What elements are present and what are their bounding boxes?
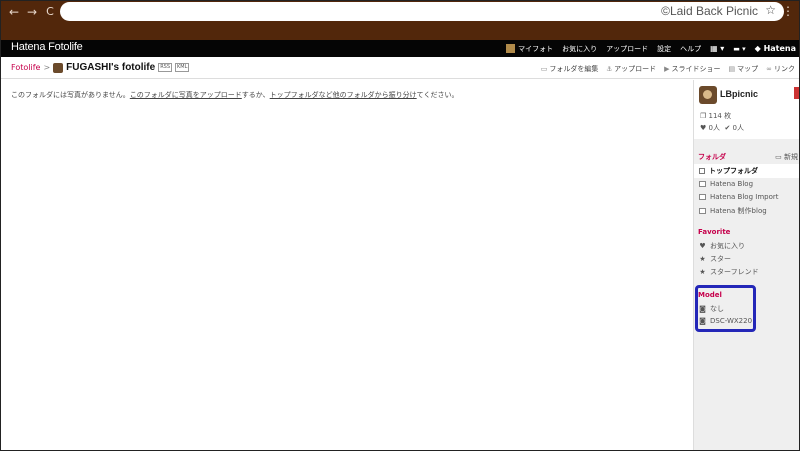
speech-bubble-icon[interactable]: ▬ ▾ bbox=[733, 45, 745, 53]
folder-icon bbox=[699, 181, 706, 187]
upload-to-folder-link[interactable]: このフォルダに写真をアップロード bbox=[130, 91, 242, 99]
reload-icon[interactable]: C bbox=[43, 5, 57, 19]
avatar[interactable] bbox=[699, 86, 717, 104]
address-bar[interactable]: ©Laid Back Picnic ☆ bbox=[60, 2, 784, 21]
header-item-favorites[interactable]: お気に入り bbox=[562, 44, 597, 54]
empty-folder-message: このフォルダには写真がありません。このフォルダに写真をアップロードするか、トップ… bbox=[11, 90, 458, 100]
profile-card: LBpicnic ❐ 114 枚 ♥ 0人 ✔ 0人 bbox=[694, 80, 799, 139]
sidebar-favorite-label: お気に入り bbox=[710, 242, 745, 250]
page-title[interactable]: FUGASHI's fotolife bbox=[66, 62, 155, 73]
browser-toolbar: ← → C ©Laid Back Picnic ☆ ⋮ bbox=[1, 1, 799, 40]
hatena-brand-label: Hatena bbox=[763, 44, 796, 53]
profile-stats: ♥ 0人 ✔ 0人 bbox=[700, 123, 744, 133]
upload-label: アップロード bbox=[614, 65, 657, 73]
breadcrumb: Fotolife > FUGASHI's fotolife RSS KML bbox=[11, 62, 190, 73]
browser-window: ← → C ©Laid Back Picnic ☆ ⋮ Hatena Fotol… bbox=[0, 0, 800, 451]
message-mid: するか、 bbox=[241, 91, 270, 99]
sidebar-folder-hatena-seisaku-blog[interactable]: Hatena 制作blog bbox=[699, 206, 767, 216]
map-icon: ▤ bbox=[728, 65, 736, 73]
hatena-brand-link[interactable]: ◆ Hatena bbox=[755, 44, 796, 53]
sidebar-folder-label: Hatena Blog Import bbox=[710, 193, 779, 201]
slideshow-button[interactable]: ▶ スライドショー bbox=[664, 64, 720, 74]
message-prefix: このフォルダには写真がありません。 bbox=[11, 91, 130, 99]
address-text: ©Laid Back Picnic bbox=[661, 4, 758, 18]
grid-icon[interactable]: ▦ ▾ bbox=[710, 44, 724, 53]
folder-edit-icon: ▭ bbox=[540, 65, 548, 73]
sidebar-folder-label: トップフォルダ bbox=[709, 167, 758, 175]
play-icon: ▶ bbox=[664, 65, 670, 73]
page-tools: ▭ フォルダを編集 ⚓ アップロード ▶ スライドショー ▤ マップ ∞ リンク bbox=[533, 64, 795, 74]
heart-count[interactable]: 0人 bbox=[709, 124, 720, 132]
new-folder-button[interactable]: ▭ 新規 bbox=[775, 152, 798, 162]
map-label: マップ bbox=[737, 65, 759, 73]
breadcrumb-separator: > bbox=[43, 63, 51, 72]
kml-badge[interactable]: KML bbox=[175, 63, 190, 72]
folder-icon bbox=[699, 208, 706, 214]
browser-menu-icon[interactable]: ⋮ bbox=[782, 4, 794, 18]
upload-icon: ⚓ bbox=[606, 65, 613, 73]
header-item-help[interactable]: ヘルプ bbox=[680, 44, 701, 54]
star-icon: ★ bbox=[699, 255, 706, 263]
map-button[interactable]: ▤ マップ bbox=[729, 64, 759, 74]
sidebar: LBpicnic ❐ 114 枚 ♥ 0人 ✔ 0人 フォルダ ▭ 新規 トップ… bbox=[693, 80, 799, 450]
new-folder-icon: ▭ bbox=[775, 153, 784, 161]
favorite-heading: Favorite bbox=[698, 228, 731, 236]
sidebar-folder-label: Hatena 制作blog bbox=[710, 207, 767, 215]
upload-button[interactable]: ⚓ アップロード bbox=[606, 64, 656, 74]
title-row: Fotolife > FUGASHI's fotolife RSS KML ▭ フ… bbox=[1, 57, 799, 79]
model-section-highlight bbox=[695, 285, 756, 332]
sidebar-folder-top[interactable]: トップフォルダ bbox=[694, 164, 799, 178]
rss-badge[interactable]: RSS bbox=[158, 63, 173, 72]
site-header: Hatena Fotolife マイフォト お気に入り アップロード 設定 ヘル… bbox=[1, 40, 799, 57]
header-item-label: マイフォト bbox=[518, 44, 554, 53]
link-label: リンク bbox=[774, 65, 795, 73]
heart-icon: ♥ bbox=[699, 242, 706, 250]
photo-count: ❐ 114 枚 bbox=[700, 111, 731, 121]
edit-folder-label: フォルダを編集 bbox=[549, 65, 599, 73]
message-suffix: てください。 bbox=[416, 91, 459, 99]
star-icon: ★ bbox=[699, 268, 706, 276]
bookmark-flag-icon[interactable] bbox=[794, 87, 799, 99]
friend-icon: ✔ bbox=[724, 124, 733, 132]
header-menu: マイフォト お気に入り アップロード 設定 ヘルプ ▦ ▾ ▬ ▾ ◆ Hate… bbox=[506, 40, 799, 57]
forward-icon[interactable]: → bbox=[25, 5, 39, 19]
sidebar-favorite-label: スターフレンド bbox=[710, 268, 759, 276]
friend-count[interactable]: 0人 bbox=[733, 124, 744, 132]
header-item-myphoto[interactable]: マイフォト bbox=[506, 44, 553, 54]
myphoto-thumbnail-icon bbox=[506, 44, 516, 53]
folder-square-icon bbox=[699, 168, 705, 174]
photos-icon: ❐ bbox=[700, 112, 709, 120]
slideshow-label: スライドショー bbox=[671, 65, 721, 73]
folder-icon bbox=[699, 194, 706, 200]
header-item-upload[interactable]: アップロード bbox=[606, 44, 648, 54]
sidebar-favorite-label: スター bbox=[710, 255, 731, 263]
site-logo[interactable]: Hatena Fotolife bbox=[11, 41, 83, 53]
sidebar-folder-hatena-blog-import[interactable]: Hatena Blog Import bbox=[699, 193, 779, 201]
new-folder-label: 新規 bbox=[784, 153, 798, 161]
sidebar-folder-hatena-blog[interactable]: Hatena Blog bbox=[699, 180, 753, 188]
sort-from-folder-link[interactable]: トップフォルダなど他のフォルダから振り分け bbox=[270, 91, 417, 99]
breadcrumb-root-link[interactable]: Fotolife bbox=[11, 63, 40, 72]
edit-folder-button[interactable]: ▭ フォルダを編集 bbox=[541, 64, 599, 74]
folder-heading: フォルダ bbox=[698, 153, 726, 161]
back-icon[interactable]: ← bbox=[7, 5, 21, 19]
link-button[interactable]: ∞ リンク bbox=[766, 64, 795, 74]
bookmark-star-icon[interactable]: ☆ bbox=[765, 3, 776, 17]
heart-icon: ♥ bbox=[700, 124, 709, 132]
header-item-settings[interactable]: 設定 bbox=[657, 44, 671, 54]
sidebar-favorite-star-friend[interactable]: ★ スターフレンド bbox=[699, 267, 759, 277]
user-avatar-small bbox=[53, 62, 64, 73]
sidebar-favorite-okiniiri[interactable]: ♥ お気に入り bbox=[699, 241, 745, 251]
photo-count-value: 114 枚 bbox=[708, 112, 732, 120]
sidebar-favorite-star[interactable]: ★ スター bbox=[699, 254, 731, 264]
profile-name[interactable]: LBpicnic bbox=[720, 89, 758, 99]
link-icon: ∞ bbox=[766, 65, 772, 73]
sidebar-folder-label: Hatena Blog bbox=[710, 180, 754, 188]
